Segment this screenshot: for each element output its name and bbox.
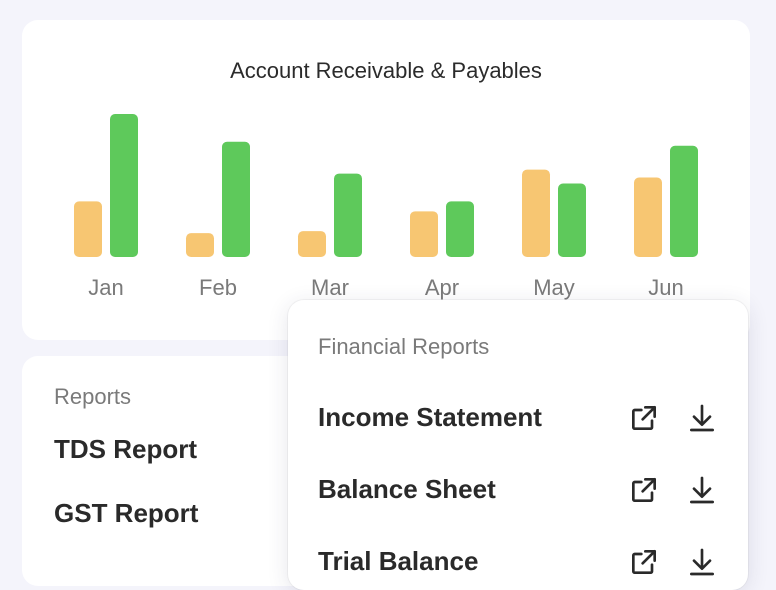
report-item-tds[interactable]: TDS Report xyxy=(54,434,197,465)
bar-jun-series-1 xyxy=(634,177,662,257)
x-tick-label: Apr xyxy=(425,275,459,300)
chart-card: Jan Feb Mar Apr May Jun Account Receivable & … xyxy=(22,20,750,340)
bar-feb-series-1 xyxy=(186,233,214,257)
chart-title: Account Receivable & Payables xyxy=(230,58,542,83)
x-tick-label: May xyxy=(533,275,575,300)
report-item-gst[interactable]: GST Report xyxy=(54,498,198,529)
menu-item-label: Trial Balance xyxy=(318,546,479,576)
download-icon[interactable] xyxy=(686,402,718,434)
external-link-icon[interactable] xyxy=(628,546,660,578)
menu-item-balance-sheet[interactable]: Balance Sheet xyxy=(288,468,748,514)
x-tick-label: Feb xyxy=(199,275,237,300)
x-tick-label: Mar xyxy=(311,275,349,300)
financial-reports-menu: Financial Reports Income Statement Balan… xyxy=(288,300,748,590)
menu-item-income-statement[interactable]: Income Statement xyxy=(288,396,748,442)
x-tick-label: Jun xyxy=(648,275,683,300)
bar-jun-series-2 xyxy=(670,145,698,257)
bar-may-series-1 xyxy=(522,169,550,257)
menu-item-trial-balance[interactable]: Trial Balance xyxy=(288,540,748,586)
reports-heading: Reports xyxy=(54,384,132,409)
bar-jan-series-2 xyxy=(110,114,138,257)
bar-apr-series-1 xyxy=(410,211,438,257)
download-icon[interactable] xyxy=(686,546,718,578)
menu-item-label: Balance Sheet xyxy=(318,474,496,504)
bar-feb-series-2 xyxy=(222,141,250,257)
download-icon[interactable] xyxy=(686,474,718,506)
financial-reports-heading: Financial Reports xyxy=(318,334,490,359)
external-link-icon[interactable] xyxy=(628,474,660,506)
external-link-icon[interactable] xyxy=(628,402,660,434)
bar-apr-series-2 xyxy=(446,201,474,257)
bar-mar-series-2 xyxy=(334,173,362,257)
bar-jan-series-1 xyxy=(74,201,102,257)
menu-item-label: Income Statement xyxy=(318,402,542,432)
x-tick-label: Jan xyxy=(88,275,123,300)
bar-mar-series-1 xyxy=(298,231,326,257)
bar-may-series-2 xyxy=(558,183,586,257)
